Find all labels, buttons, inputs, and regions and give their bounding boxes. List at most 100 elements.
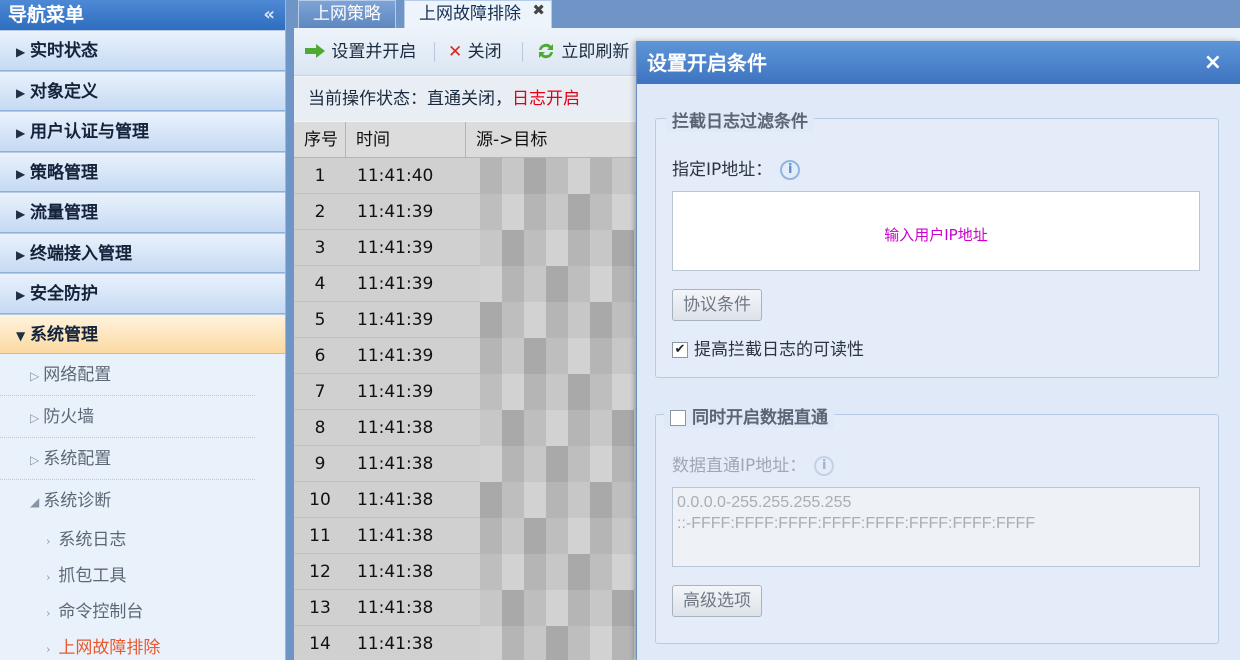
redacted-pixel-block	[590, 302, 612, 338]
redacted-pixel-block	[546, 194, 568, 230]
chevron-right-icon: ›	[46, 643, 51, 656]
redacted-pixel-block	[480, 590, 502, 626]
sidebar-item-security[interactable]: ▶ 安全防护	[0, 273, 285, 314]
tab-internet-policy[interactable]: 上网策略	[298, 0, 396, 28]
refresh-label: 立即刷新	[561, 42, 630, 62]
enable-conditions-dialog: 设置开启条件 × 拦截日志过滤条件 指定IP地址： i 输入用户IP地址 协议条件…	[636, 41, 1240, 660]
close-button[interactable]: ✕ 关闭	[448, 40, 502, 64]
protocol-conditions-button[interactable]: 协议条件	[672, 289, 762, 321]
redacted-pixel-block	[524, 410, 546, 446]
redacted-pixel-block	[502, 374, 524, 410]
redacted-pixel-block	[590, 194, 612, 230]
table-cell-time: 11:41:38	[357, 562, 434, 582]
readability-option[interactable]: ✔ 提高拦截日志的可读性	[672, 335, 864, 360]
redacted-pixel-block	[502, 518, 524, 554]
sidebar-subitem-firewall[interactable]: ▷ 防火墙	[0, 396, 255, 438]
sidebar-item-user-auth[interactable]: ▶ 用户认证与管理	[0, 111, 285, 152]
caret-down-icon: ▼	[16, 328, 26, 343]
column-header-index[interactable]: 序号	[294, 122, 346, 158]
sidebar-subitem-label: 系统配置	[43, 449, 112, 469]
caret-right-icon: ▶	[16, 207, 26, 221]
redacted-pixel-block	[590, 554, 612, 590]
redacted-pixel-block	[480, 158, 502, 194]
redacted-pixel-block	[480, 194, 502, 230]
caret-right-outline-icon: ▷	[30, 369, 40, 383]
info-icon[interactable]: i	[780, 160, 801, 180]
table-cell-time: 11:41:39	[357, 202, 434, 222]
log-filter-legend: 拦截日志过滤条件	[666, 107, 814, 132]
redacted-pixel-block	[546, 626, 568, 660]
table-cell-time: 11:41:40	[357, 166, 434, 186]
readability-checkbox[interactable]: ✔	[672, 342, 688, 358]
sidebar-item-policy[interactable]: ▶ 策略管理	[0, 151, 285, 192]
redacted-pixel-block	[480, 374, 502, 410]
ip-address-label-text: 指定IP地址：	[672, 160, 773, 180]
passthrough-checkbox[interactable]	[670, 410, 686, 426]
chevron-right-icon: ›	[46, 535, 51, 548]
dialog-close-icon[interactable]: ×	[1204, 42, 1222, 84]
sidebar-item-traffic[interactable]: ▶ 流量管理	[0, 192, 285, 233]
redacted-pixel-block	[612, 554, 634, 590]
redacted-pixel-block	[502, 158, 524, 194]
x-mark-icon: ✕	[448, 42, 463, 62]
caret-right-icon: ▶	[16, 166, 26, 181]
redacted-pixel-block	[590, 374, 612, 410]
sidebar-subitem-network-config[interactable]: ▷ 网络配置	[0, 354, 255, 396]
user-ip-input[interactable]: 输入用户IP地址	[672, 191, 1200, 271]
set-and-enable-button[interactable]: 设置并开启	[304, 40, 416, 64]
tab-close-icon[interactable]: ✖	[532, 0, 545, 23]
sidebar-leaf-command-console[interactable]: › 命令控制台	[0, 594, 285, 630]
info-icon[interactable]: i	[814, 456, 835, 476]
sidebar-leaf-troubleshooting[interactable]: › 上网故障排除	[0, 630, 285, 660]
sidebar-item-realtime-status[interactable]: ▶ 实时状态	[0, 30, 285, 71]
caret-right-icon: ▶	[16, 247, 26, 262]
sidebar-item-terminal-access[interactable]: ▶ 终端接入管理	[0, 232, 285, 273]
table-cell-time: 11:41:39	[357, 274, 434, 294]
sidebar-item-label: 终端接入管理	[30, 243, 132, 264]
sidebar-leaf-label: 抓包工具	[58, 566, 127, 586]
tab-troubleshooting[interactable]: 上网故障排除 ✖	[404, 0, 552, 28]
redacted-pixel-block	[524, 482, 546, 518]
passthrough-ip-input[interactable]: 0.0.0.0-255.255.255.255 ::-FFFF:FFFF:FFF…	[672, 487, 1200, 567]
sidebar-item-object-definition[interactable]: ▶ 对象定义	[0, 70, 285, 111]
sidebar-subitem-system-diagnosis[interactable]: ◢ 系统诊断	[0, 480, 255, 522]
log-state-text: 日志开启	[512, 89, 580, 109]
table-cell-time: 11:41:38	[357, 418, 434, 438]
app-window: 导航菜单 « ▶ 实时状态 ▶ 对象定义 ▶ 用户认证与管理 ▶ 策略管理 ▶ 流量管理 …	[0, 0, 1240, 660]
caret-right-icon: ▶	[16, 126, 26, 140]
column-header-time[interactable]: 时间	[346, 122, 466, 158]
table-cell-time: 11:41:38	[357, 526, 434, 546]
redacted-pixel-block	[590, 266, 612, 302]
sidebar-item-label: 系统管理	[30, 324, 98, 345]
redacted-pixel-block	[568, 518, 590, 554]
sidebar-leaf-system-log[interactable]: › 系统日志	[0, 522, 285, 558]
redacted-pixel-block	[524, 446, 546, 482]
redacted-pixel-block	[568, 266, 590, 302]
table-cell-time: 11:41:39	[357, 238, 434, 258]
table-cell-time: 11:41:38	[357, 490, 434, 510]
table-cell-idx: 10	[309, 490, 331, 510]
redacted-pixel-block	[480, 482, 502, 518]
sidebar-subitem-system-config[interactable]: ▷ 系统配置	[0, 438, 255, 480]
redacted-pixel-block	[480, 410, 502, 446]
redacted-pixel-block	[502, 626, 524, 660]
table-cell-idx: 9	[314, 454, 326, 474]
sidebar-item-system-management[interactable]: ▼ 系统管理	[0, 313, 285, 354]
redacted-pixel-block	[502, 194, 524, 230]
sidebar-leaf-packet-capture[interactable]: › 抓包工具	[0, 558, 285, 594]
redacted-pixel-block	[590, 518, 612, 554]
caret-right-outline-icon: ▷	[30, 411, 40, 425]
collapse-sidebar-icon[interactable]: «	[263, 0, 275, 30]
sidebar-subitem-label: 防火墙	[43, 407, 95, 427]
close-label: 关闭	[467, 42, 502, 62]
sidebar-item-label: 对象定义	[30, 81, 98, 102]
refresh-button[interactable]: 立即刷新	[536, 40, 629, 64]
redacted-pixel-block	[524, 302, 546, 338]
redacted-pixel-block	[546, 338, 568, 374]
table-cell-idx: 11	[309, 526, 331, 546]
advanced-options-button[interactable]: 高级选项	[672, 585, 762, 617]
caret-right-outline-icon: ▷	[30, 453, 40, 467]
toolbar-divider	[434, 42, 435, 62]
column-header-src-dst[interactable]: 源->目标	[466, 122, 646, 158]
redacted-pixel-block	[480, 230, 502, 266]
